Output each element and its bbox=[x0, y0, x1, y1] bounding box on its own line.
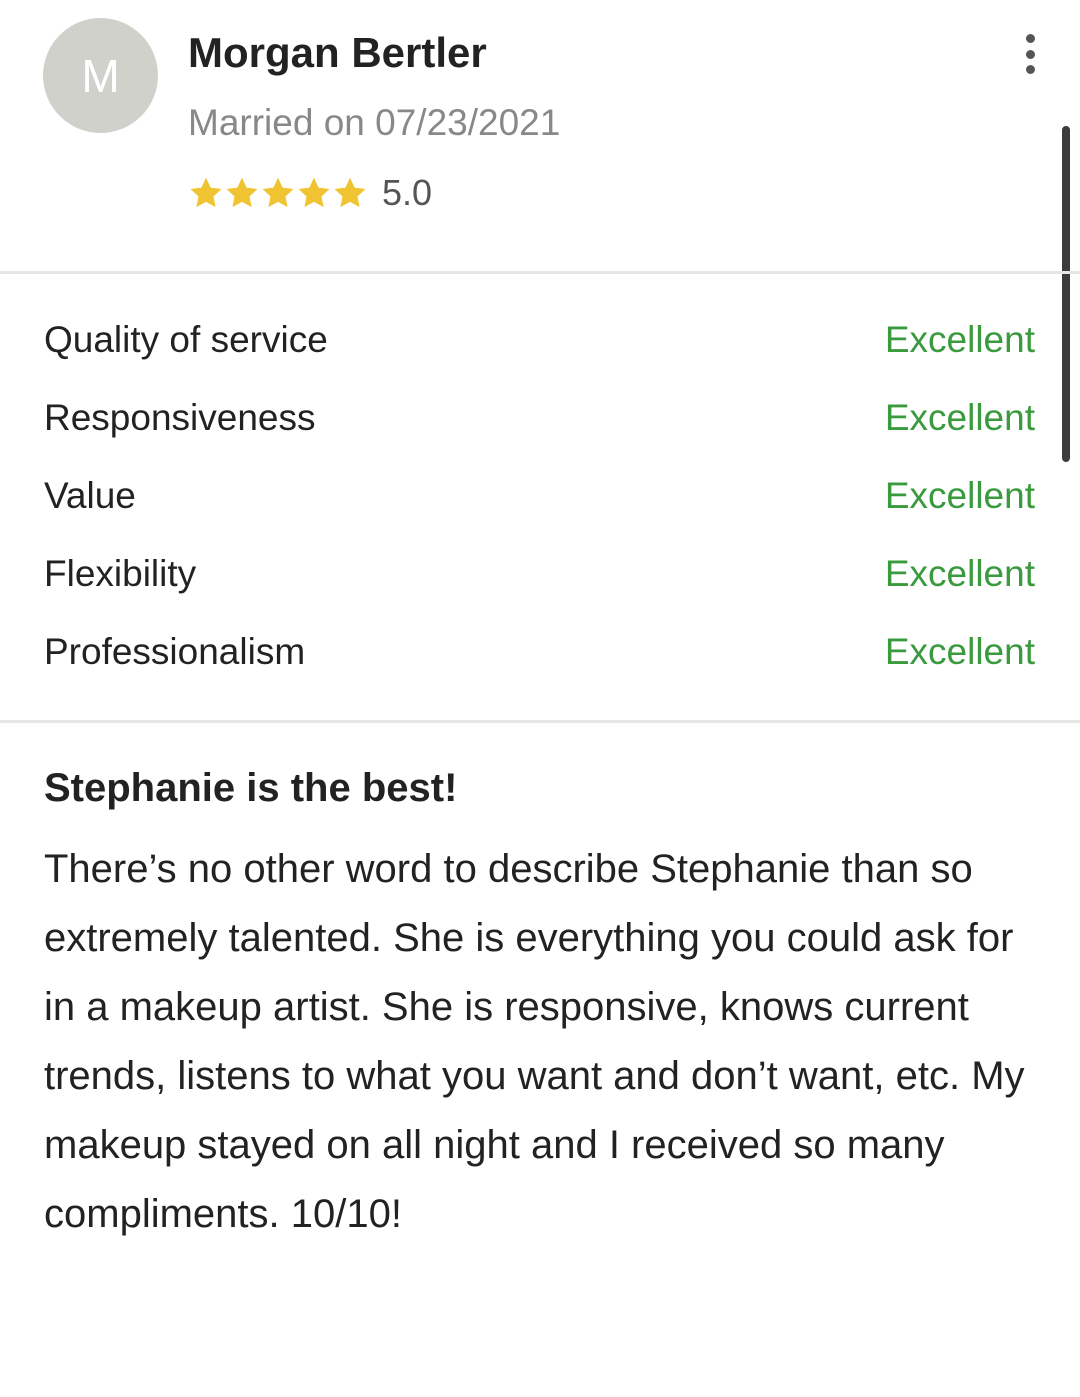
reviewer-name[interactable]: Morgan Bertler bbox=[188, 28, 487, 78]
rating-item-quality-of-service: Quality of service Excellent bbox=[0, 312, 1080, 390]
overall-rating: 5.0 bbox=[188, 171, 432, 215]
divider bbox=[0, 720, 1080, 723]
rating-value: 5.0 bbox=[382, 172, 433, 213]
review-body: There’s no other word to describe Stepha… bbox=[44, 847, 1025, 1236]
rating-label: Flexibility bbox=[44, 553, 197, 594]
divider bbox=[0, 271, 1080, 274]
rating-grade: Excellent bbox=[884, 631, 1035, 672]
more-options-button[interactable] bbox=[1012, 34, 1048, 74]
rating-grade: Excellent bbox=[884, 475, 1035, 516]
review-title: Stephanie is the best! bbox=[44, 766, 458, 810]
star-icon bbox=[190, 177, 222, 208]
rating-item-professionalism: Professionalism Excellent bbox=[0, 624, 1080, 702]
rating-item-value: Value Excellent bbox=[0, 468, 1080, 546]
star-rating bbox=[188, 175, 368, 211]
rating-grade: Excellent bbox=[884, 319, 1035, 360]
rating-label: Quality of service bbox=[44, 319, 328, 360]
more-vertical-icon bbox=[1025, 34, 1035, 43]
star-icon bbox=[298, 177, 330, 208]
rating-item-flexibility: Flexibility Excellent bbox=[0, 546, 1080, 624]
star-icon bbox=[262, 177, 294, 208]
avatar[interactable]: M bbox=[43, 18, 158, 133]
avatar-initial: M bbox=[81, 49, 120, 102]
rating-label: Professionalism bbox=[44, 631, 306, 672]
star-icon bbox=[226, 177, 258, 208]
rating-label: Value bbox=[44, 475, 136, 516]
rating-grade: Excellent bbox=[884, 397, 1035, 438]
star-icon bbox=[334, 177, 366, 208]
rating-item-responsiveness: Responsiveness Excellent bbox=[0, 390, 1080, 468]
married-date: Married on 07/23/2021 bbox=[188, 102, 561, 143]
category-ratings: Quality of service Excellent Responsiven… bbox=[0, 312, 1080, 702]
rating-grade: Excellent bbox=[884, 553, 1035, 594]
more-vertical-icon-dot bbox=[1025, 49, 1035, 59]
more-vertical-icon-dot bbox=[1025, 65, 1035, 74]
rating-label: Responsiveness bbox=[44, 397, 316, 438]
